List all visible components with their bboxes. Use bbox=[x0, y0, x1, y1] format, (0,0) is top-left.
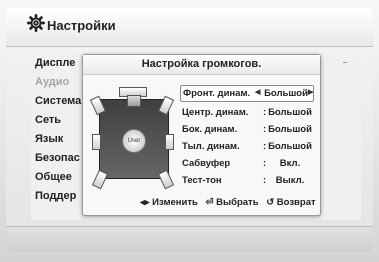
rear-right-speaker-icon bbox=[157, 169, 175, 190]
rear-left-speaker-icon bbox=[91, 169, 109, 190]
side-left-speaker-icon bbox=[92, 134, 101, 150]
center-speaker-row[interactable]: Центр. динам. : Большой bbox=[180, 105, 312, 120]
subwoofer-row[interactable]: Сабвуфер : Вкл. bbox=[180, 156, 312, 171]
bottom-bar bbox=[6, 226, 373, 252]
dialog-title: Настройка громкогов. bbox=[83, 55, 320, 75]
header-bar: Настройки bbox=[6, 8, 373, 47]
menu-item-network[interactable]: Сеть bbox=[35, 114, 61, 126]
row-value: Вкл. bbox=[279, 158, 301, 169]
back-hint: ↺ Возврат bbox=[266, 197, 316, 208]
subwoofer-icon bbox=[127, 95, 141, 107]
change-hint: ◂▸ Изменить bbox=[140, 197, 198, 208]
arrow-right-icon[interactable]: ▶ bbox=[308, 88, 313, 96]
row-label: Центр. динам. bbox=[182, 107, 249, 118]
row-value: Большой bbox=[268, 124, 312, 135]
menu-item-display[interactable]: Диспле bbox=[35, 57, 75, 69]
speaker-diagram: User bbox=[89, 79, 175, 190]
page-title: Настройки bbox=[47, 18, 116, 33]
row-label: Фронт. динам. bbox=[183, 88, 251, 99]
menu-item-security[interactable]: Безопас bbox=[35, 152, 80, 164]
listener-position-icon: User bbox=[122, 129, 146, 153]
row-label: Тыл. динам. bbox=[182, 141, 240, 152]
rear-speaker-row[interactable]: Тыл. динам. : Большой bbox=[180, 139, 312, 154]
row-value: Большой bbox=[268, 141, 312, 152]
menu-item-general[interactable]: Общее bbox=[35, 171, 72, 183]
row-value: Выкл. bbox=[275, 175, 305, 186]
gear-icon bbox=[27, 14, 45, 32]
menu-item-language[interactable]: Язык bbox=[35, 133, 63, 145]
menu-item-support[interactable]: Поддер bbox=[35, 190, 76, 202]
divider bbox=[343, 62, 347, 63]
speaker-settings-dialog: Настройка громкогов. User Фронт. динам. … bbox=[82, 54, 321, 216]
button-hints: ◂▸ Изменить ⏎ Выбрать ↺ Возврат bbox=[140, 197, 321, 208]
row-label: Сабвуфер bbox=[182, 158, 231, 169]
test-tone-row[interactable]: Тест-тон : Выкл. bbox=[180, 173, 312, 188]
select-hint: ⏎ Выбрать bbox=[205, 197, 259, 208]
row-value: Большой bbox=[268, 107, 312, 118]
menu-item-audio[interactable]: Аудио bbox=[35, 76, 69, 88]
menu-item-system[interactable]: Система bbox=[35, 95, 81, 107]
row-value: Большой bbox=[264, 88, 308, 99]
arrow-left-icon[interactable]: ◀ bbox=[255, 88, 260, 96]
side-right-speaker-icon bbox=[165, 134, 174, 150]
row-label: Тест-тон bbox=[182, 175, 222, 186]
front-speaker-row[interactable]: Фронт. динам. ◀ Большой ▶ bbox=[180, 85, 314, 102]
row-label: Бок. динам. bbox=[182, 124, 238, 135]
side-speaker-row[interactable]: Бок. динам. : Большой bbox=[180, 122, 312, 137]
